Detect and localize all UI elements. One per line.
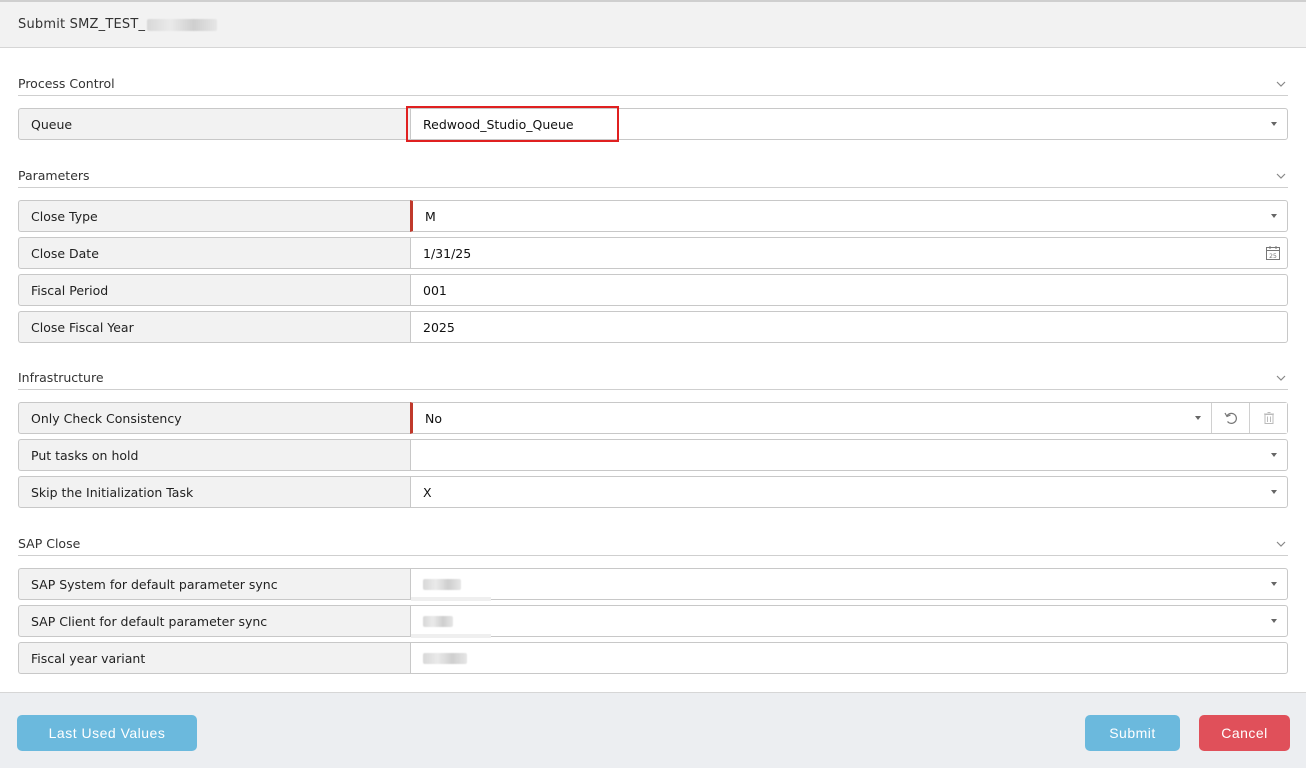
undo-icon[interactable] (1211, 403, 1249, 433)
caret-down-icon[interactable] (1271, 582, 1277, 586)
field-label: Close Fiscal Year (18, 311, 410, 343)
row-close-type: Close Type M (18, 200, 1288, 232)
caret-down-icon[interactable] (1271, 453, 1277, 457)
sap-system-select[interactable] (410, 568, 1288, 601)
field-label: SAP Client for default parameter sync (18, 605, 410, 637)
calendar-icon[interactable]: 25 (1265, 245, 1281, 261)
caret-down-icon[interactable] (1271, 122, 1277, 126)
only-check-consistency-select[interactable]: No (410, 402, 1288, 434)
last-used-values-button[interactable]: Last Used Values (17, 715, 197, 751)
chevron-down-icon[interactable] (1274, 371, 1288, 385)
redacted-underbar (411, 634, 491, 638)
row-close-fiscal-year: Close Fiscal Year 2025 (18, 311, 1288, 343)
field-label: SAP System for default parameter sync (18, 568, 410, 600)
skip-init-value: X (423, 484, 432, 500)
section-title: Parameters (18, 168, 90, 183)
chevron-down-icon[interactable] (1274, 537, 1288, 551)
row-queue: Queue Redwood_Studio_Queue (18, 106, 1288, 142)
redacted-value (423, 578, 461, 590)
skip-initialization-select[interactable]: X (410, 476, 1288, 508)
close-date-input[interactable]: 1/31/25 25 (410, 237, 1288, 269)
caret-down-icon[interactable] (1271, 214, 1277, 218)
chevron-down-icon[interactable] (1274, 169, 1288, 183)
section-parameters[interactable]: Parameters (18, 164, 1288, 188)
section-title: SAP Close (18, 536, 81, 551)
field-actions (1211, 403, 1287, 433)
close-fiscal-year-value: 2025 (423, 319, 455, 335)
caret-down-icon[interactable] (1195, 416, 1201, 420)
section-sap-close[interactable]: SAP Close (18, 532, 1288, 556)
field-label: Fiscal year variant (18, 642, 410, 674)
row-put-tasks-on-hold: Put tasks on hold (18, 439, 1288, 471)
field-label: Only Check Consistency (18, 402, 410, 434)
field-label: Queue (18, 108, 410, 140)
section-title: Process Control (18, 76, 115, 91)
row-sap-client: SAP Client for default parameter sync (18, 605, 1288, 638)
put-tasks-on-hold-select[interactable] (410, 439, 1288, 471)
caret-down-icon[interactable] (1271, 490, 1277, 494)
row-skip-initialization: Skip the Initialization Task X (18, 476, 1288, 508)
redacted-value (423, 652, 467, 664)
row-fiscal-year-variant: Fiscal year variant (18, 642, 1288, 674)
close-type-value: M (425, 208, 436, 224)
row-close-date: Close Date 1/31/25 25 (18, 237, 1288, 269)
redacted-underbar (411, 597, 491, 601)
close-fiscal-year-input[interactable]: 2025 (410, 311, 1288, 343)
form-content: Process Control Queue Redwood_Studio_Que… (0, 48, 1306, 692)
dialog-titlebar: Submit SMZ_TEST_ (0, 0, 1306, 48)
trash-icon[interactable] (1249, 403, 1287, 433)
row-sap-system: SAP System for default parameter sync (18, 568, 1288, 601)
svg-text:25: 25 (1269, 253, 1277, 260)
row-fiscal-period: Fiscal Period 001 (18, 274, 1288, 306)
queue-value: Redwood_Studio_Queue (423, 116, 574, 132)
redacted-title-suffix (147, 18, 218, 31)
section-title: Infrastructure (18, 370, 104, 385)
fiscal-period-value: 001 (423, 282, 447, 298)
close-type-select[interactable]: M (410, 200, 1288, 232)
dialog-footer: Last Used Values Submit Cancel (0, 692, 1306, 768)
cancel-button[interactable]: Cancel (1199, 715, 1290, 751)
dialog-title: Submit SMZ_TEST_ (18, 17, 146, 32)
field-label: Fiscal Period (18, 274, 410, 306)
queue-select[interactable]: Redwood_Studio_Queue (406, 106, 1288, 142)
fiscal-year-variant-input[interactable] (410, 642, 1288, 674)
section-process-control[interactable]: Process Control (18, 72, 1288, 96)
field-label: Close Type (18, 200, 410, 232)
field-label: Close Date (18, 237, 410, 269)
field-label: Put tasks on hold (18, 439, 410, 471)
caret-down-icon[interactable] (1271, 619, 1277, 623)
fiscal-period-input[interactable]: 001 (410, 274, 1288, 306)
close-date-value: 1/31/25 (423, 245, 472, 261)
redacted-value (423, 615, 453, 627)
only-check-value: No (425, 410, 442, 426)
row-only-check-consistency: Only Check Consistency No (18, 402, 1288, 434)
section-infrastructure[interactable]: Infrastructure (18, 366, 1288, 390)
sap-client-select[interactable] (410, 605, 1288, 638)
submit-button[interactable]: Submit (1085, 715, 1180, 751)
field-label: Skip the Initialization Task (18, 476, 410, 508)
chevron-down-icon[interactable] (1274, 77, 1288, 91)
